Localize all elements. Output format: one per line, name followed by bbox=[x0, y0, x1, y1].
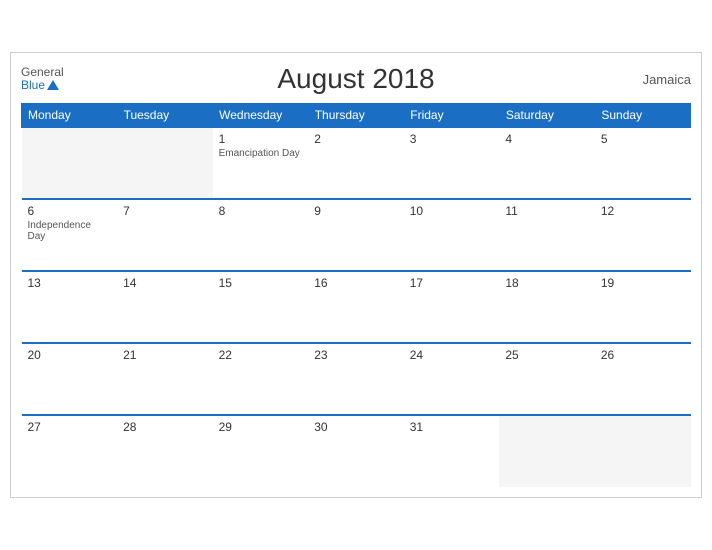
calendar-cell: 26 bbox=[595, 343, 691, 415]
calendar-cell: 28 bbox=[117, 415, 213, 487]
calendar-cell: 12 bbox=[595, 199, 691, 271]
calendar-header: General Blue August 2018 Jamaica bbox=[21, 63, 691, 95]
calendar-cell: 10 bbox=[404, 199, 500, 271]
calendar-cell: 20 bbox=[22, 343, 118, 415]
calendar-cell: 21 bbox=[117, 343, 213, 415]
calendar-cell: 9 bbox=[308, 199, 404, 271]
weekday-header-sunday: Sunday bbox=[595, 104, 691, 128]
calendar-cell: 18 bbox=[499, 271, 595, 343]
weekday-header-friday: Friday bbox=[404, 104, 500, 128]
calendar-cell: 17 bbox=[404, 271, 500, 343]
calendar-title: August 2018 bbox=[277, 63, 434, 95]
weekday-header-tuesday: Tuesday bbox=[117, 104, 213, 128]
calendar-cell: 4 bbox=[499, 127, 595, 199]
calendar-cell: 7 bbox=[117, 199, 213, 271]
day-number: 30 bbox=[314, 420, 398, 434]
day-number: 14 bbox=[123, 276, 207, 290]
logo-blue-text: Blue bbox=[21, 79, 64, 92]
calendar-cell: 22 bbox=[213, 343, 309, 415]
day-number: 17 bbox=[410, 276, 494, 290]
calendar-cell bbox=[22, 127, 118, 199]
country-label: Jamaica bbox=[643, 72, 691, 87]
day-number: 10 bbox=[410, 204, 494, 218]
calendar-cell: 23 bbox=[308, 343, 404, 415]
day-number: 19 bbox=[601, 276, 685, 290]
calendar-cell: 2 bbox=[308, 127, 404, 199]
day-number: 3 bbox=[410, 132, 494, 146]
week-row-4: 27 28 29 30 31 bbox=[22, 415, 691, 487]
calendar-cell bbox=[117, 127, 213, 199]
calendar-cell: 6 Independence Day bbox=[22, 199, 118, 271]
calendar-container: General Blue August 2018 Jamaica MondayT… bbox=[10, 52, 702, 498]
logo: General Blue bbox=[21, 66, 64, 92]
day-number: 25 bbox=[505, 348, 589, 362]
calendar-cell: 3 bbox=[404, 127, 500, 199]
calendar-cell: 27 bbox=[22, 415, 118, 487]
calendar-cell: 1 Emancipation Day bbox=[213, 127, 309, 199]
day-number: 2 bbox=[314, 132, 398, 146]
calendar-cell: 8 bbox=[213, 199, 309, 271]
weekday-header-monday: Monday bbox=[22, 104, 118, 128]
day-number: 15 bbox=[219, 276, 303, 290]
week-row-2: 13 14 15 16 17 18 19 bbox=[22, 271, 691, 343]
day-number: 7 bbox=[123, 204, 207, 218]
calendar-cell: 13 bbox=[22, 271, 118, 343]
calendar-cell: 16 bbox=[308, 271, 404, 343]
calendar-cell: 29 bbox=[213, 415, 309, 487]
calendar-cell bbox=[499, 415, 595, 487]
calendar-cell: 5 bbox=[595, 127, 691, 199]
day-number: 1 bbox=[219, 132, 303, 146]
calendar-grid: MondayTuesdayWednesdayThursdayFridaySatu… bbox=[21, 103, 691, 487]
day-number: 18 bbox=[505, 276, 589, 290]
calendar-cell: 24 bbox=[404, 343, 500, 415]
day-number: 22 bbox=[219, 348, 303, 362]
day-number: 16 bbox=[314, 276, 398, 290]
event-label: Independence Day bbox=[28, 220, 112, 242]
logo-triangle-icon bbox=[47, 80, 59, 90]
day-number: 6 bbox=[28, 204, 112, 218]
day-number: 21 bbox=[123, 348, 207, 362]
calendar-cell: 25 bbox=[499, 343, 595, 415]
day-number: 24 bbox=[410, 348, 494, 362]
day-number: 29 bbox=[219, 420, 303, 434]
calendar-cell: 15 bbox=[213, 271, 309, 343]
calendar-cell: 14 bbox=[117, 271, 213, 343]
day-number: 28 bbox=[123, 420, 207, 434]
day-number: 9 bbox=[314, 204, 398, 218]
day-number: 26 bbox=[601, 348, 685, 362]
day-number: 20 bbox=[28, 348, 112, 362]
weekday-header-row: MondayTuesdayWednesdayThursdayFridaySatu… bbox=[22, 104, 691, 128]
event-label: Emancipation Day bbox=[219, 148, 303, 159]
calendar-cell: 11 bbox=[499, 199, 595, 271]
day-number: 13 bbox=[28, 276, 112, 290]
day-number: 11 bbox=[505, 204, 589, 218]
day-number: 31 bbox=[410, 420, 494, 434]
day-number: 5 bbox=[601, 132, 685, 146]
day-number: 27 bbox=[28, 420, 112, 434]
day-number: 8 bbox=[219, 204, 303, 218]
week-row-3: 20 21 22 23 24 25 26 bbox=[22, 343, 691, 415]
day-number: 23 bbox=[314, 348, 398, 362]
week-row-1: 6 Independence Day 789 10 11 12 bbox=[22, 199, 691, 271]
week-row-0: 1 Emancipation Day 2345 bbox=[22, 127, 691, 199]
day-number: 12 bbox=[601, 204, 685, 218]
calendar-cell: 30 bbox=[308, 415, 404, 487]
calendar-cell bbox=[595, 415, 691, 487]
weekday-header-thursday: Thursday bbox=[308, 104, 404, 128]
weekday-header-wednesday: Wednesday bbox=[213, 104, 309, 128]
calendar-cell: 31 bbox=[404, 415, 500, 487]
calendar-cell: 19 bbox=[595, 271, 691, 343]
weekday-header-saturday: Saturday bbox=[499, 104, 595, 128]
day-number: 4 bbox=[505, 132, 589, 146]
